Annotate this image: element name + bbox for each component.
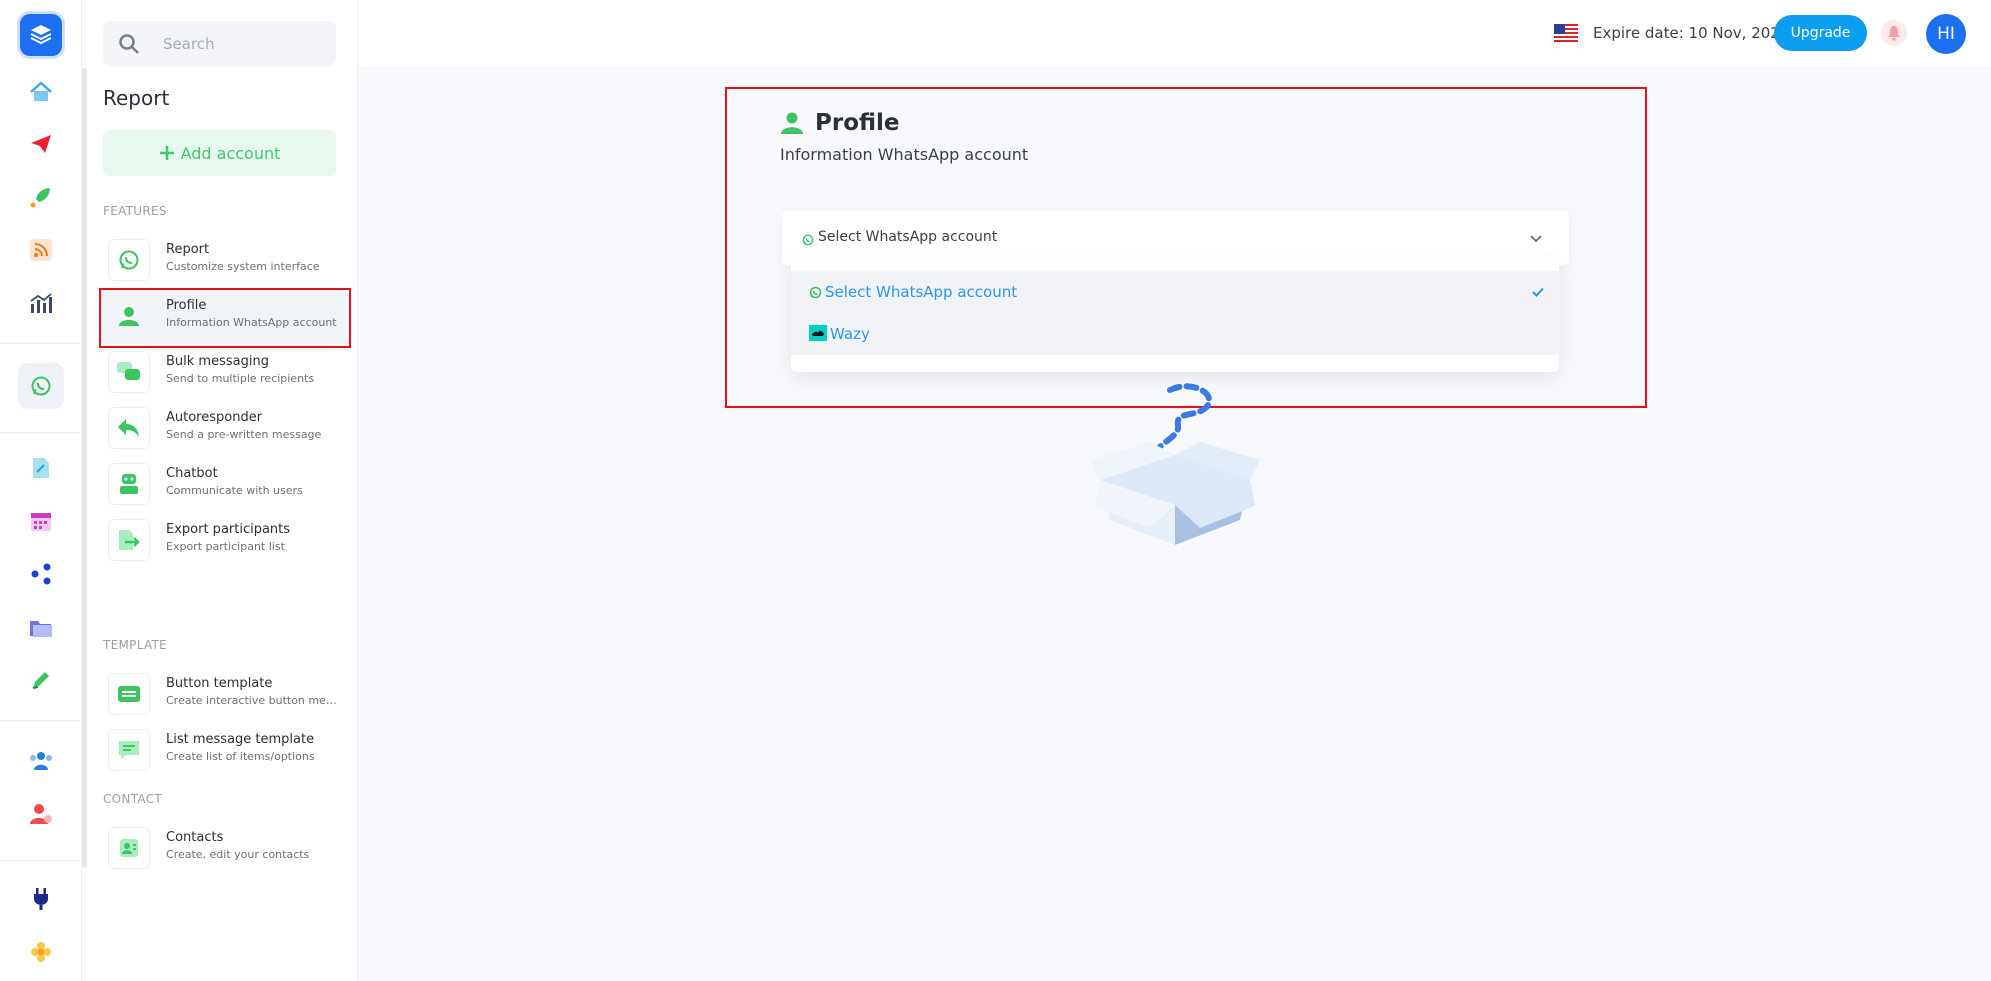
feature-item-autoresponder[interactable]: Autoresponder Send a pre-written message bbox=[108, 404, 340, 452]
whatsapp-icon bbox=[108, 239, 150, 281]
search-placeholder: Search bbox=[163, 35, 215, 53]
user-shield-icon[interactable] bbox=[26, 799, 56, 829]
contact-item-subtitle: Create, edit your contacts bbox=[166, 848, 310, 861]
expire-date: Expire date: 10 Nov, 2023 bbox=[1593, 24, 1790, 42]
feature-item-title: Profile bbox=[166, 298, 207, 313]
template-item-subtitle: Create interactive button mes... bbox=[166, 694, 340, 707]
feature-item-subtitle: Export participant list bbox=[166, 540, 285, 553]
team-icon[interactable] bbox=[26, 746, 56, 776]
send-icon[interactable] bbox=[26, 129, 56, 159]
feature-item-title: Autoresponder bbox=[166, 410, 263, 425]
search-icon bbox=[118, 33, 140, 59]
account-avatar-icon bbox=[809, 325, 827, 345]
user-icon bbox=[108, 295, 150, 337]
whatsapp-icon[interactable] bbox=[18, 363, 64, 409]
feature-item-subtitle: Communicate with users bbox=[166, 484, 303, 497]
select-value: Select WhatsApp account bbox=[818, 229, 998, 245]
template-item-subtitle: Create list of items/options bbox=[166, 750, 315, 763]
chat-bubbles-icon bbox=[108, 351, 150, 393]
contact-item-contacts[interactable]: Contacts Create, edit your contacts bbox=[108, 824, 340, 872]
feature-item-title: Bulk messaging bbox=[166, 354, 269, 369]
us-flag-icon[interactable] bbox=[1554, 24, 1578, 42]
whatsapp-icon bbox=[809, 284, 822, 303]
calendar-icon[interactable] bbox=[26, 506, 56, 536]
template-item-button[interactable]: Button template Create interactive butto… bbox=[108, 670, 340, 718]
app-logo-icon[interactable] bbox=[20, 14, 62, 56]
contact-item-title: Contacts bbox=[166, 830, 224, 845]
account-dropdown: Select WhatsApp account Wazy bbox=[791, 257, 1559, 372]
sidebar-scrollbar[interactable] bbox=[82, 68, 87, 868]
feature-item-subtitle: Information WhatsApp account bbox=[166, 316, 337, 329]
add-account-label: Add account bbox=[180, 143, 281, 163]
analytics-icon[interactable] bbox=[26, 288, 56, 318]
plus-icon bbox=[159, 146, 174, 160]
feature-item-report[interactable]: Report Customize system interface bbox=[108, 236, 340, 284]
option-label: Select WhatsApp account bbox=[825, 283, 1018, 301]
rss-icon[interactable] bbox=[26, 235, 56, 265]
bell-icon[interactable] bbox=[1881, 20, 1907, 46]
feature-item-subtitle: Send to multiple recipients bbox=[166, 372, 315, 385]
section-template-label: TEMPLATE bbox=[103, 638, 168, 652]
sidebar-title: Report bbox=[103, 86, 170, 110]
dropdown-option[interactable]: Wazy bbox=[791, 313, 1559, 355]
icon-rail bbox=[0, 0, 82, 981]
feature-item-title: Report bbox=[166, 242, 210, 257]
export-file-icon bbox=[108, 519, 150, 561]
page-subtitle: Information WhatsApp account bbox=[780, 145, 1029, 164]
rocket-icon[interactable] bbox=[26, 182, 56, 212]
empty-box-illustration bbox=[1090, 370, 1260, 554]
plug-icon[interactable] bbox=[26, 884, 56, 914]
feature-item-subtitle: Customize system interface bbox=[166, 260, 320, 273]
section-contact-label: CONTACT bbox=[103, 792, 163, 806]
reply-icon bbox=[108, 407, 150, 449]
section-features-label: FEATURES bbox=[103, 204, 167, 218]
feature-item-bulk-messaging[interactable]: Bulk messaging Send to multiple recipien… bbox=[108, 348, 340, 396]
search-input[interactable]: Search bbox=[103, 21, 336, 66]
robot-icon bbox=[108, 463, 150, 505]
dropdown-option[interactable]: Select WhatsApp account bbox=[791, 271, 1559, 313]
document-edit-icon[interactable] bbox=[26, 453, 56, 483]
option-label: Wazy bbox=[830, 325, 870, 343]
button-icon bbox=[108, 673, 150, 715]
feature-sidebar: Search Report Add account FEATURES Repor… bbox=[82, 0, 358, 981]
chevron-down-icon[interactable] bbox=[1529, 230, 1543, 249]
template-item-title: List message template bbox=[166, 732, 315, 747]
folder-icon[interactable] bbox=[26, 612, 56, 642]
check-icon bbox=[1531, 284, 1545, 303]
feature-item-title: Export participants bbox=[166, 522, 291, 537]
share-icon[interactable] bbox=[26, 559, 56, 589]
list-message-icon bbox=[108, 729, 150, 771]
template-item-title: Button template bbox=[166, 676, 273, 691]
pencil-icon[interactable] bbox=[26, 665, 56, 695]
avatar[interactable]: HI bbox=[1926, 14, 1966, 54]
whatsapp-icon bbox=[802, 231, 814, 250]
feature-item-export-participants[interactable]: Export participants Export participant l… bbox=[108, 516, 340, 564]
contacts-icon bbox=[108, 827, 150, 869]
template-item-list-message[interactable]: List message template Create list of ite… bbox=[108, 726, 340, 774]
flower-icon[interactable] bbox=[26, 937, 56, 967]
page-title: Profile bbox=[815, 110, 900, 136]
add-account-button[interactable]: Add account bbox=[103, 130, 336, 176]
user-icon bbox=[780, 111, 804, 139]
upgrade-button[interactable]: Upgrade bbox=[1774, 15, 1867, 51]
home-icon[interactable] bbox=[26, 77, 56, 107]
feature-item-chatbot[interactable]: Chatbot Communicate with users bbox=[108, 460, 340, 508]
feature-item-subtitle: Send a pre-written message bbox=[166, 428, 322, 441]
feature-item-title: Chatbot bbox=[166, 466, 218, 481]
feature-item-profile[interactable]: Profile Information WhatsApp account bbox=[99, 288, 351, 348]
